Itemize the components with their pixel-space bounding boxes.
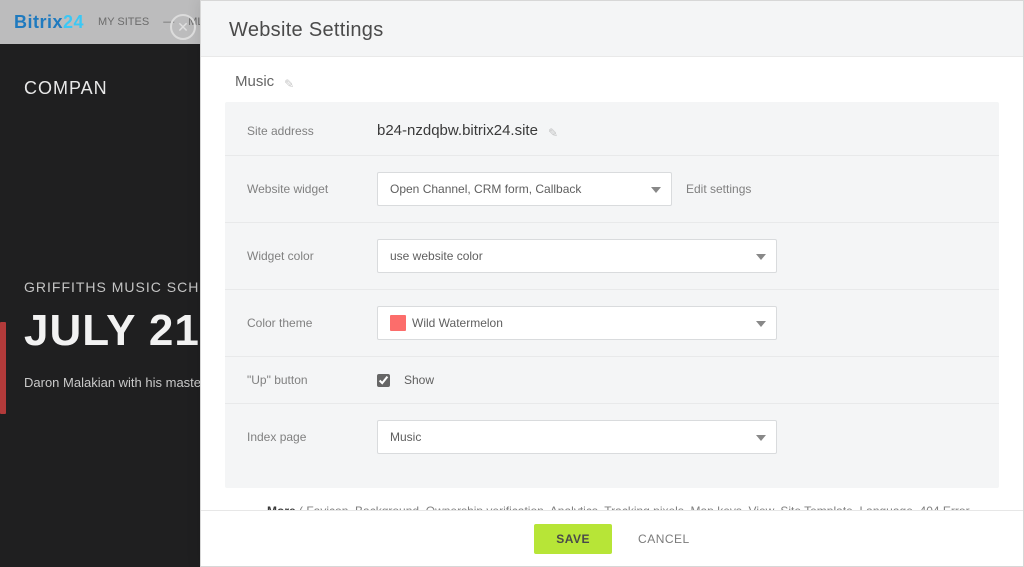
- more-row[interactable]: More ( Favicon, Background, Ownership ve…: [225, 488, 999, 510]
- row-website-widget: Website widget Open Channel, CRM form, C…: [225, 156, 999, 223]
- chevron-down-icon: [756, 249, 766, 263]
- site-address-text: b24-nzdqbw.bitrix24.site: [377, 122, 538, 139]
- widget-color-value: use website color: [390, 249, 483, 263]
- label-index-page: Index page: [247, 430, 357, 444]
- widget-color-select[interactable]: use website color: [377, 239, 777, 273]
- site-name-row: Music: [225, 57, 999, 102]
- label-website-widget: Website widget: [247, 182, 357, 196]
- widget-select[interactable]: Open Channel, CRM form, Callback: [377, 172, 672, 206]
- chevron-down-icon: [756, 430, 766, 444]
- brand-logo: Bitrix24: [14, 12, 84, 33]
- up-button-checkbox[interactable]: [377, 374, 390, 387]
- more-content: More ( Favicon, Background, Ownership ve…: [267, 502, 977, 510]
- settings-card: Site address b24-nzdqbw.bitrix24.site We…: [225, 102, 999, 488]
- hero-accent-bar: [0, 322, 6, 414]
- up-button-show-label: Show: [404, 373, 434, 387]
- modal-footer: SAVE CANCEL: [201, 510, 1023, 566]
- save-button[interactable]: SAVE: [534, 524, 612, 554]
- pencil-icon[interactable]: [284, 75, 298, 89]
- close-icon: ✕: [177, 20, 189, 34]
- row-color-theme: Color theme Wild Watermelon: [225, 290, 999, 357]
- breadcrumb-my-sites[interactable]: MY SITES: [98, 16, 149, 28]
- row-up-button: "Up" button Show: [225, 357, 999, 404]
- index-page-select[interactable]: Music: [377, 420, 777, 454]
- modal-header: Website Settings: [201, 1, 1023, 57]
- site-address-value: b24-nzdqbw.bitrix24.site: [377, 122, 562, 139]
- pencil-icon[interactable]: [548, 124, 562, 138]
- color-theme-select[interactable]: Wild Watermelon: [377, 306, 777, 340]
- edit-settings-link[interactable]: Edit settings: [686, 182, 751, 196]
- modal-body: Music Site address b24-nzdqbw.bitrix24.s…: [201, 57, 1023, 510]
- chevron-down-icon: [756, 316, 766, 330]
- row-index-page: Index page Music: [225, 404, 999, 470]
- settings-modal: Website Settings Music Site address b24-…: [200, 0, 1024, 567]
- label-color-theme: Color theme: [247, 316, 357, 330]
- cancel-button[interactable]: CANCEL: [638, 532, 690, 546]
- row-site-address: Site address b24-nzdqbw.bitrix24.site: [225, 106, 999, 156]
- modal-title: Website Settings: [229, 19, 995, 42]
- brand-part1: Bitrix: [14, 12, 63, 32]
- label-up-button: "Up" button: [247, 373, 357, 387]
- site-name: Music: [235, 73, 274, 90]
- brand-part2: 24: [63, 12, 84, 32]
- index-page-value: Music: [390, 430, 421, 444]
- theme-swatch: [390, 315, 406, 331]
- close-modal-button[interactable]: ✕: [170, 14, 196, 40]
- label-site-address: Site address: [247, 124, 357, 138]
- widget-select-value: Open Channel, CRM form, Callback: [390, 182, 581, 196]
- color-theme-value: Wild Watermelon: [412, 316, 503, 330]
- row-widget-color: Widget color use website color: [225, 223, 999, 290]
- chevron-down-icon: [651, 182, 661, 196]
- label-widget-color: Widget color: [247, 249, 357, 263]
